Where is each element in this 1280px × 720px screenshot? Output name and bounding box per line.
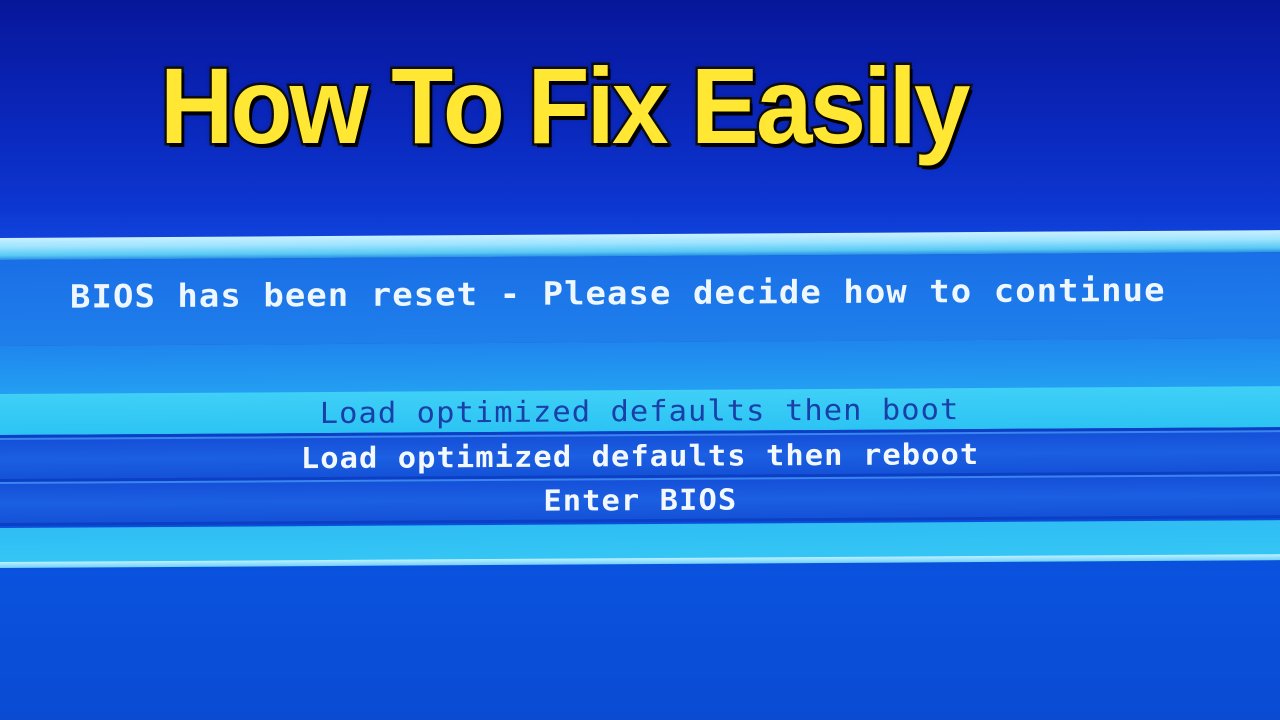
screen-bottom-background bbox=[0, 572, 1280, 720]
thumbnail-headline: How To Fix Easily bbox=[158, 45, 973, 166]
option-label: Load optimized defaults then reboot bbox=[300, 436, 980, 475]
boot-options-menu: Load optimized defaults then boot Load o… bbox=[0, 386, 1280, 526]
option-load-defaults-then-boot[interactable]: Load optimized defaults then boot bbox=[0, 386, 1280, 438]
option-label: Load optimized defaults then boot bbox=[320, 391, 960, 430]
dialog-title: BIOS has been reset - Please decide how … bbox=[70, 270, 1166, 316]
option-label: Enter BIOS bbox=[543, 481, 737, 518]
bios-reset-dialog: BIOS has been reset - Please decide how … bbox=[0, 230, 1280, 570]
option-enter-bios[interactable]: Enter BIOS bbox=[0, 474, 1280, 526]
option-load-defaults-then-reboot[interactable]: Load optimized defaults then reboot bbox=[0, 430, 1280, 482]
